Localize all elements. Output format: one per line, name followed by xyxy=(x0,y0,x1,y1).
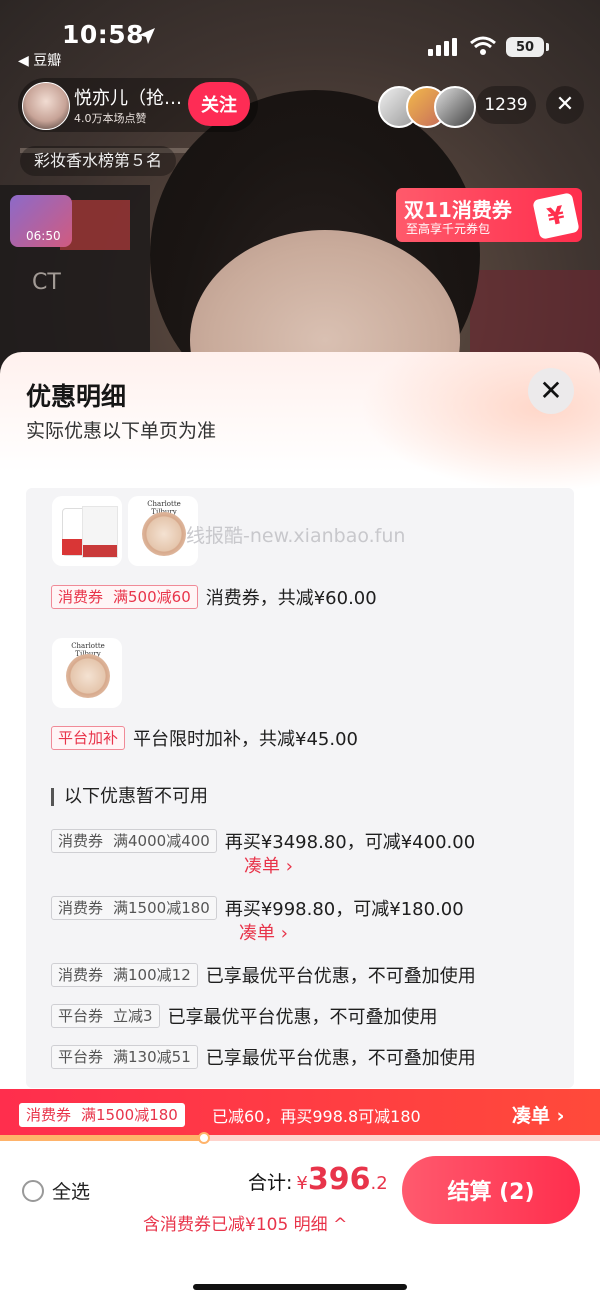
platform-subsidy-tag: 平台加补 xyxy=(51,726,126,750)
product-thumbnail-cleanser[interactable] xyxy=(52,496,122,566)
host-avatar[interactable] xyxy=(22,82,70,130)
watermark: 线报酷-new.xianbao.fun xyxy=(186,525,406,547)
unavailable-discount-row: 消费券 满4000减400 再买¥3498.80，可减¥400.00 xyxy=(51,828,475,854)
select-all-label: 全选 xyxy=(52,1181,91,1203)
thumbnail-time: 06:50 xyxy=(26,229,61,243)
checkout-bar: 全选 合计: ¥ 396 .2 含消费券已减¥105 明细 ^ 结算 (2) xyxy=(0,1144,600,1304)
status-time: 10:58 xyxy=(62,20,145,49)
applied-discount-desc: 平台限时加补，共减¥45.00 xyxy=(133,729,358,750)
coupon-tag: 平台券 满130减51 xyxy=(51,1045,198,1069)
coupon-tag-condition: 立减3 xyxy=(113,1007,153,1025)
applied-discount-row: 消费券 满500减60 消费券，共减¥60.00 xyxy=(51,584,377,610)
product-compact-image xyxy=(66,654,110,698)
follow-button[interactable]: 关注 xyxy=(188,82,250,126)
coupon-tag: 消费券 满4000减400 xyxy=(51,829,217,853)
unavailable-discount-desc: 已享最优平台优惠，不可叠加使用 xyxy=(205,966,476,987)
status-bar: 10:58 ◀ 豆瓣 50 xyxy=(0,0,600,70)
add-items-link[interactable]: 凑单 › xyxy=(244,852,293,878)
coupon-tag-type: 消费券 xyxy=(58,966,104,984)
rank-badge[interactable]: 彩妆香水榜第５名 xyxy=(20,146,177,176)
unavailable-discount-row: 消费券 满1500减180 再买¥998.80，可减¥180.00 xyxy=(51,895,464,921)
unavailable-discount-row: 平台券 立减3 已享最优平台优惠，不可叠加使用 xyxy=(51,1003,438,1029)
promo-subtitle: 至高享千元券包 xyxy=(406,222,491,236)
host-likes: 4.0万本场点赞 xyxy=(74,112,147,125)
wifi-icon xyxy=(470,36,496,55)
coupon-tag: 消费券 满500减60 xyxy=(51,585,198,609)
discount-detail-sheet: 优惠明细 实际优惠以下单页为准 ✕ Charlotte Tilbury 线报酷-… xyxy=(0,352,600,1304)
coupon-tag-type: 消费券 xyxy=(26,1106,72,1124)
total-currency: ¥ xyxy=(296,1173,308,1194)
total-amount: 396 xyxy=(307,1162,371,1197)
coupon-tag-type: 消费券 xyxy=(58,588,104,606)
coupon-tag-condition: 满1500减180 xyxy=(81,1106,178,1124)
unavailable-discount-row: 消费券 满100减12 已享最优平台优惠，不可叠加使用 xyxy=(51,962,476,988)
promo-title: 双11消费券 xyxy=(404,198,512,222)
home-indicator xyxy=(193,1284,407,1290)
promo-banner[interactable]: 双11消费券 至高享千元券包 ¥ xyxy=(396,188,582,242)
coupon-progress-bar[interactable]: 消费券 满1500减180 已减60，再买998.8可减180 凑单 › xyxy=(0,1089,600,1139)
total-decimal: .2 xyxy=(370,1173,388,1194)
product-thumbnail-powder[interactable]: Charlotte Tilbury xyxy=(52,638,122,708)
checkout-button[interactable]: 结算 (2) xyxy=(402,1156,580,1224)
viewer-avatar[interactable] xyxy=(434,86,476,128)
close-sheet-icon[interactable]: ✕ xyxy=(528,368,574,414)
coupon-yen-icon: ¥ xyxy=(532,192,580,240)
discount-list: Charlotte Tilbury 线报酷-new.xianbao.fun 消费… xyxy=(26,488,574,1088)
background-text: CT xyxy=(32,270,61,295)
viewer-count[interactable]: 1239 xyxy=(476,86,536,124)
coupon-tag: 消费券 满1500减180 xyxy=(51,896,217,920)
coupon-tag-type: 消费券 xyxy=(58,832,104,850)
applied-discount-desc: 消费券，共减¥60.00 xyxy=(205,588,377,609)
live-thumbnail[interactable]: 06:50 xyxy=(10,195,72,247)
battery-indicator: 50 xyxy=(506,37,549,57)
coupon-tag-condition: 满130减51 xyxy=(113,1048,191,1066)
coupon-progress-fill xyxy=(0,1135,204,1141)
coupon-tag-condition: 满4000减400 xyxy=(113,832,210,850)
coupon-tag-condition: 满500减60 xyxy=(113,588,191,606)
savings-detail-link[interactable]: 含消费券已减¥105 明细 ^ xyxy=(143,1210,347,1235)
unavailable-discount-desc: 已享最优平台优惠，不可叠加使用 xyxy=(205,1048,476,1069)
unavailable-section-title: 以下优惠暂不可用 xyxy=(51,788,208,806)
unavailable-discount-row: 平台券 满130减51 已享最优平台优惠，不可叠加使用 xyxy=(51,1044,476,1070)
cellular-signal-icon xyxy=(428,38,457,56)
total-price: 合计: ¥ 396 .2 xyxy=(248,1162,388,1197)
applied-discount-row: 平台加补 平台限时加补，共减¥45.00 xyxy=(51,725,358,751)
location-arrow-icon xyxy=(139,28,155,44)
coupon-tag-type: 消费券 xyxy=(58,899,104,917)
product-box-image xyxy=(82,506,118,558)
select-all-checkbox[interactable]: 全选 xyxy=(22,1177,90,1204)
coupon-tag: 消费券 满100减12 xyxy=(51,963,198,987)
viewer-avatars[interactable] xyxy=(378,86,476,128)
unavailable-discount-desc: 再买¥3498.80，可减¥400.00 xyxy=(224,832,476,853)
coupon-tag-condition: 满100减12 xyxy=(113,966,191,984)
add-items-button[interactable]: 凑单 › xyxy=(512,1101,564,1128)
coupon-tag: 平台券 立减3 xyxy=(51,1004,160,1028)
coupon-progress-text: 已减60，再买998.8可减180 xyxy=(212,1107,421,1126)
coupon-progress-track xyxy=(0,1132,600,1144)
coupon-tag-type: 平台券 xyxy=(58,1007,104,1025)
unavailable-discount-desc: 已享最优平台优惠，不可叠加使用 xyxy=(167,1007,438,1028)
coupon-progress-knob xyxy=(198,1132,210,1144)
product-compact-image xyxy=(142,512,186,556)
back-to-app-link[interactable]: ◀ 豆瓣 xyxy=(18,50,61,70)
coupon-tag-type: 平台券 xyxy=(58,1048,104,1066)
radio-circle-icon[interactable] xyxy=(22,1179,44,1202)
host-name: 悦亦儿（抢… xyxy=(74,88,182,109)
close-live-icon[interactable]: ✕ xyxy=(546,86,584,124)
coupon-tag-condition: 满1500减180 xyxy=(113,899,210,917)
total-label: 合计: xyxy=(248,1172,293,1194)
sheet-subtitle: 实际优惠以下单页为准 xyxy=(26,420,217,442)
sheet-title: 优惠明细 xyxy=(26,382,127,411)
add-items-link[interactable]: 凑单 › xyxy=(239,919,288,945)
coupon-tag: 消费券 满1500减180 xyxy=(19,1103,185,1127)
unavailable-discount-desc: 再买¥998.80，可减¥180.00 xyxy=(224,899,464,920)
